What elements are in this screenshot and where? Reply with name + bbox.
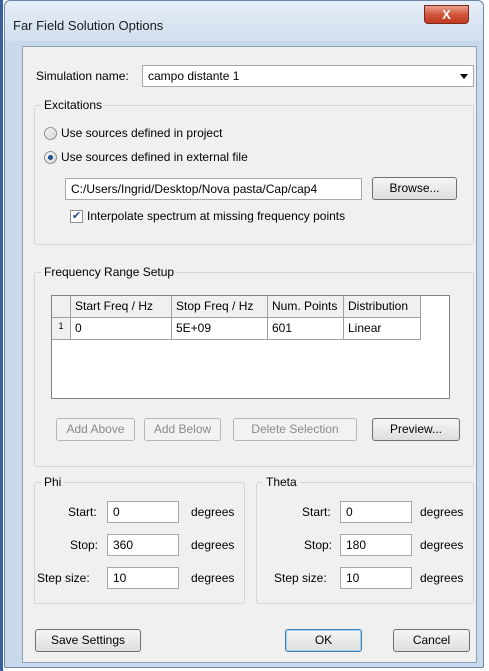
frequency-table[interactable]: Start Freq / Hz Stop Freq / Hz Num. Poin… — [51, 295, 450, 399]
theta-stop-input[interactable]: 180 — [340, 534, 412, 556]
theta-step-label: Step size: — [274, 571, 327, 585]
phi-group: Phi Start: 0 degrees Stop: 360 degrees S… — [34, 475, 245, 604]
excitations-legend: Excitations — [41, 98, 106, 112]
external-sources-label[interactable]: Use sources defined in external file — [61, 150, 248, 164]
add-above-button[interactable]: Add Above — [56, 418, 135, 441]
simulation-name-combo[interactable]: campo distante 1 — [142, 65, 474, 87]
excitations-group: Excitations Use sources defined in proje… — [34, 98, 474, 245]
theta-step-input[interactable]: 10 — [340, 567, 412, 589]
frequency-range-legend: Frequency Range Setup — [41, 265, 178, 279]
radio-project-sources[interactable] — [44, 127, 57, 140]
chevron-down-icon[interactable] — [460, 74, 468, 79]
phi-step-input[interactable]: 10 — [107, 567, 179, 589]
row-header[interactable]: 1 — [52, 318, 71, 340]
column-header[interactable]: Distribution — [344, 296, 421, 318]
phi-step-unit: degrees — [191, 571, 235, 585]
checkmark-icon: ✔ — [71, 210, 82, 222]
theta-stop-unit: degrees — [420, 538, 464, 552]
interpolate-label[interactable]: Interpolate spectrum at missing frequenc… — [87, 209, 345, 223]
save-settings-button[interactable]: Save Settings — [35, 629, 141, 652]
phi-start-unit: degrees — [191, 505, 235, 519]
ok-button[interactable]: OK — [285, 629, 362, 652]
phi-stop-input[interactable]: 360 — [107, 534, 179, 556]
radio-external-sources[interactable] — [44, 151, 57, 164]
interpolate-checkbox[interactable]: ✔ — [70, 210, 83, 223]
table-cell[interactable]: Linear — [344, 318, 421, 340]
dialog-client: Simulation name: campo distante 1 Excita… — [22, 46, 477, 663]
table-cell[interactable]: 0 — [71, 318, 172, 340]
close-icon: X — [442, 7, 451, 22]
theta-step-unit: degrees — [420, 571, 464, 585]
phi-stop-label: Stop: — [70, 538, 99, 552]
browse-button[interactable]: Browse... — [372, 177, 457, 200]
delete-selection-button[interactable]: Delete Selection — [233, 418, 357, 441]
theta-start-label: Start: — [302, 505, 331, 519]
project-sources-label[interactable]: Use sources defined in project — [61, 126, 222, 140]
table-cell[interactable]: 5E+09 — [172, 318, 268, 340]
theta-start-input[interactable]: 0 — [340, 501, 412, 523]
phi-stop-unit: degrees — [191, 538, 235, 552]
theta-legend: Theta — [263, 475, 300, 489]
theta-start-unit: degrees — [420, 505, 464, 519]
column-header[interactable]: Num. Points — [268, 296, 344, 318]
column-header[interactable]: Stop Freq / Hz — [172, 296, 268, 318]
far-field-dialog: Far Field Solution Options X Simulation … — [4, 0, 484, 668]
table-cell[interactable]: 601 — [268, 318, 344, 340]
window-title: Far Field Solution Options — [13, 18, 164, 33]
preview-button[interactable]: Preview... — [372, 418, 460, 441]
theta-group: Theta Start: 0 degrees Stop: 180 degrees… — [256, 475, 474, 604]
close-button[interactable]: X — [424, 5, 469, 24]
table-corner — [52, 296, 71, 318]
phi-step-label: Step size: — [37, 571, 90, 585]
simulation-name-value: campo distante 1 — [148, 69, 240, 83]
column-header[interactable]: Start Freq / Hz — [71, 296, 172, 318]
external-file-path-input[interactable]: C:/Users/Ingrid/Desktop/Nova pasta/Cap/c… — [65, 178, 362, 200]
phi-start-label: Start: — [68, 505, 97, 519]
title-bar[interactable]: Far Field Solution Options X — [5, 1, 483, 41]
phi-start-input[interactable]: 0 — [107, 501, 179, 523]
phi-legend: Phi — [41, 475, 65, 489]
theta-stop-label: Stop: — [304, 538, 333, 552]
cancel-button[interactable]: Cancel — [393, 629, 470, 652]
simulation-name-label: Simulation name: — [36, 69, 129, 83]
add-below-button[interactable]: Add Below — [144, 418, 221, 441]
